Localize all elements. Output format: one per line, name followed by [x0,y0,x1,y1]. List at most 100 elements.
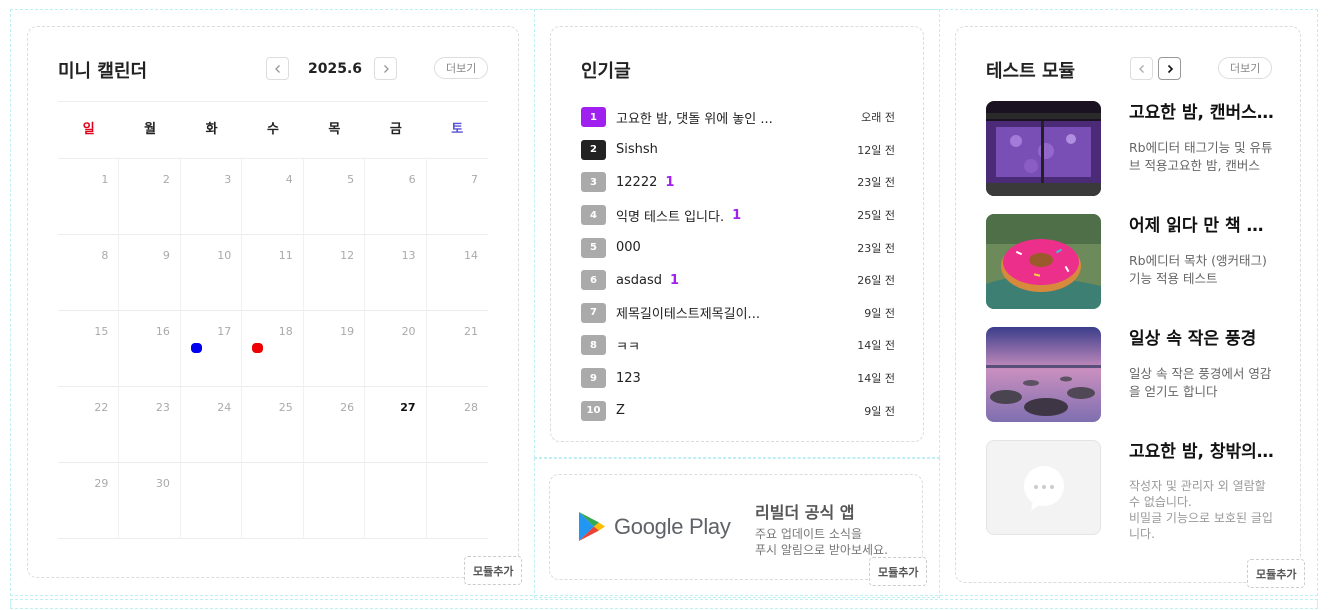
rank-badge: 5 [581,237,606,258]
popular-post-title: 000 [616,240,641,256]
popular-list-item[interactable]: 10 Z 9일 전 [581,394,895,427]
post-time: 23일 전 [857,241,895,255]
rank-badge: 7 [581,302,606,323]
event-dot[interactable] [252,343,264,353]
test-post-title: 어제 읽다 만 책 한 권 [1129,216,1279,236]
popular-list-item[interactable]: 1 고요한 밤, 댓돌 위에 놓인 ... 오래 전 [581,101,895,134]
google-play-logo[interactable]: Google Play [578,511,731,542]
calendar-day-cell[interactable]: 30 [119,463,181,539]
calendar-day-cell[interactable]: 20 [365,311,427,387]
test-prev-button[interactable] [1130,57,1153,80]
calendar-day-number: 15 [94,325,109,338]
event-dot[interactable] [190,343,202,353]
calendar-day-cell [242,463,304,539]
calendar-day-cell[interactable]: 3 [180,159,243,235]
calendar-day-cell[interactable]: 4 [242,159,304,235]
calendar-day-number: 12 [340,249,355,262]
calendar-day-number: 27 [400,401,416,414]
calendar-day-cell[interactable]: 18 [242,311,304,387]
rank-badge: 9 [581,368,606,389]
calendar-day-cell[interactable]: 17 [180,311,243,387]
test-post-title: 고요한 밤, 창밖의 풍경 [1129,442,1279,462]
calendar-day-cell [180,463,243,539]
test-post-item[interactable]: 일상 속 작은 풍경 일상 속 작은 풍경에서 영감을 얻기도 합니다 [986,327,1286,422]
calendar-day-cell[interactable]: 25 [242,387,304,463]
test-post-item[interactable]: 고요한 밤, 창밖의 풍경 작성자 및 관리자 외 열람할 수 없습니다. 비밀… [986,440,1286,541]
popular-list-item[interactable]: 8 ㅋㅋ 14일 전 [581,329,895,362]
calendar-day-cell[interactable]: 7 [426,159,488,235]
calendar-day-cell[interactable]: 5 [303,159,366,235]
mini-calendar-card: 미니 캘린더 2025.6 더보기 일월화수목금토 1 2 3 4 5 6 7 8 9 10 11 1… [27,26,519,578]
test-more-button[interactable]: 더보기 [1218,57,1273,79]
rank-badge: 8 [581,335,606,356]
calendar-day-number: 28 [463,401,478,414]
calendar-title: 미니 캘린더 [58,61,148,82]
calendar-day-cell[interactable]: 8 [58,235,120,311]
app-add-module-button[interactable]: 모듈추가 [869,557,928,586]
calendar-month: 2025.6 [308,61,363,77]
weekday-label: 일 [82,122,95,137]
calendar-day-cell[interactable]: 26 [303,387,366,463]
calendar-day-cell[interactable]: 22 [58,387,120,463]
chat-bubble-icon [1024,466,1064,511]
calendar-day-cell[interactable]: 13 [365,235,427,311]
calendar-day-cell[interactable]: 15 [58,311,120,387]
rank-badge: 10 [581,400,606,421]
test-post-title: 일상 속 작은 풍경 [1129,329,1257,349]
popular-list-item[interactable]: 3 12222 1 23일 전 [581,166,895,199]
calendar-day-cell[interactable]: 21 [426,311,488,387]
post-time: 9일 전 [864,306,895,320]
rank-badge: 2 [581,139,606,160]
test-post-desc: Rb에디터 태그기능 및 유튜브 적용고요한 밤, 캔버스 [1129,140,1273,173]
calendar-day-cell[interactable]: 19 [303,311,366,387]
test-post-item[interactable]: 고요한 밤, 캔버스 위에 Rb에디터 태그기능 및 유튜브 적용고요한 밤, … [986,101,1286,196]
calendar-day-number: 9 [162,249,170,262]
calendar-more-button[interactable]: 더보기 [434,57,489,79]
calendar-day-number: 17 [217,325,232,338]
calendar-day-cell[interactable]: 27 [365,387,427,463]
popular-list-item[interactable]: 2 Sishsh 12일 전 [581,134,895,167]
calendar-day-number: 22 [94,401,109,414]
calendar-day-cell[interactable]: 16 [119,311,181,387]
popular-post-title: Sishsh [616,142,658,158]
rank-badge: 4 [581,205,606,226]
test-post-title: 고요한 밤, 캔버스 위에 [1129,103,1279,123]
chevron-right-icon [383,64,389,73]
calendar-add-module-button[interactable]: 모듈추가 [464,556,523,585]
comment-count: 1 [732,207,742,223]
popular-list-item[interactable]: 4 익명 테스트 입니다. 1 25일 전 [581,199,895,232]
calendar-day-number: 7 [470,173,478,186]
popular-list-item[interactable]: 9 123 14일 전 [581,362,895,395]
test-add-module-button[interactable]: 모듈추가 [1247,559,1306,588]
prev-month-button[interactable] [266,57,289,80]
calendar-day-cell[interactable]: 10 [180,235,243,311]
calendar-day-cell[interactable]: 2 [119,159,181,235]
test-next-button[interactable] [1158,57,1181,80]
calendar-day-cell[interactable]: 29 [58,463,120,539]
calendar-day-number: 26 [340,401,355,414]
weekday-label: 금 [389,122,402,137]
calendar-day-number: 14 [463,249,478,262]
popular-post-title: 12222 [616,174,658,190]
calendar-day-cell[interactable]: 12 [303,235,366,311]
post-time: 25일 전 [857,209,895,223]
calendar-day-cell[interactable]: 6 [365,159,427,235]
calendar-day-cell[interactable]: 1 [58,159,120,235]
comment-count: 1 [669,272,680,288]
popular-list-item[interactable]: 6 asdasd 1 26일 전 [581,264,895,297]
calendar-day-cell[interactable]: 28 [426,387,488,463]
app-banner-card[interactable]: Google Play 리빌더 공식 앱 주요 업데이트 소식을 푸시 알림으로… [549,474,923,580]
calendar-day-cell[interactable]: 23 [119,387,181,463]
calendar-day-cell[interactable]: 11 [242,235,304,311]
popular-list-item[interactable]: 5 000 23일 전 [581,231,895,264]
rank-badge: 1 [581,107,606,128]
calendar-day-cell[interactable]: 24 [180,387,243,463]
calendar-day-number: 13 [401,249,416,262]
next-month-button[interactable] [374,57,397,80]
test-post-item[interactable]: 어제 읽다 만 책 한 권 Rb에디터 목차 (앵커태그) 기능 적용 테스트 [986,214,1286,309]
popular-list-item[interactable]: 7 제목길이테스트제목길이... 9일 전 [581,297,895,330]
calendar-day-cell[interactable]: 14 [426,235,488,311]
chevron-left-icon [1138,64,1144,73]
popular-post-title: 123 [616,370,641,386]
calendar-day-cell[interactable]: 9 [119,235,181,311]
